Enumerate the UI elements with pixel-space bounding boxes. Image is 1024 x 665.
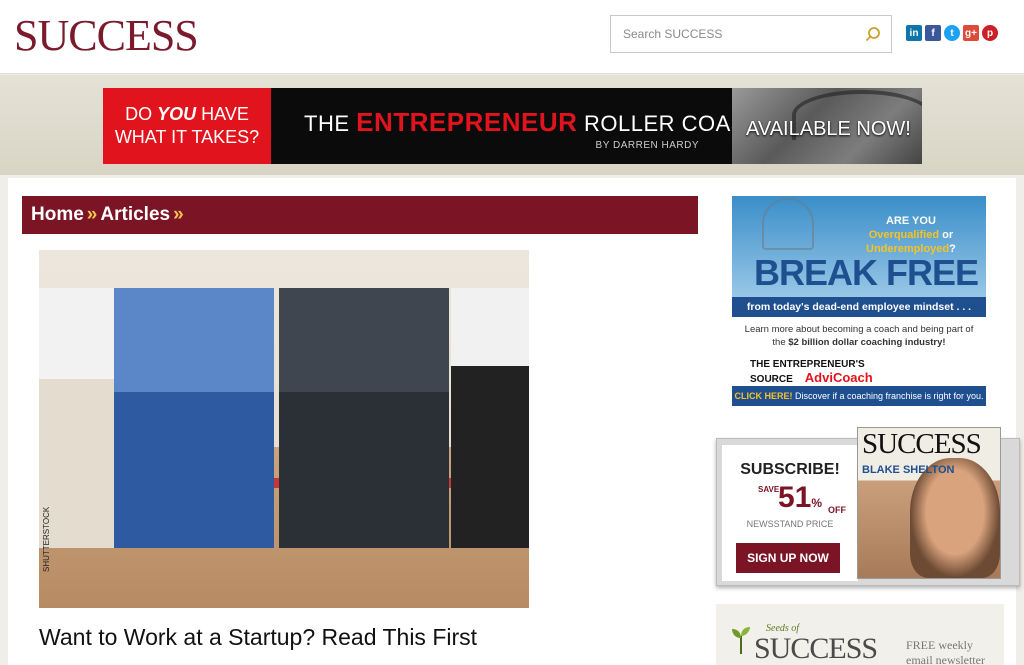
social-links: in f t g+ p xyxy=(906,25,998,41)
subscribe-box: SUBSCRIBE! SAVE 51% OFF NEWSSTAND PRICE … xyxy=(716,427,1020,586)
breadcrumb-home[interactable]: Home xyxy=(31,204,84,225)
sprout-icon xyxy=(732,627,750,654)
newsletter-text: FREE weekly email newsletter xyxy=(906,638,985,665)
ad-learn-more: Learn more about becoming a coach and be… xyxy=(742,323,976,349)
ad-subline: from today's dead-end employee mindset .… xyxy=(732,297,986,317)
magazine-cover[interactable]: SUCCESS BLAKE SHELTON xyxy=(857,427,1001,579)
ad-question: ARE YOU Overqualified or Underemployed? xyxy=(866,214,956,256)
newsletter-label: email newsletter xyxy=(906,653,985,665)
ad-question-post1: or xyxy=(939,229,954,241)
googleplus-icon[interactable]: g+ xyxy=(963,25,979,41)
advicoach-logo: AdviCoach xyxy=(804,370,873,385)
ad-question-line1: ARE YOU xyxy=(885,215,936,227)
break-free-ad[interactable]: ARE YOU Overqualified or Underemployed? … xyxy=(732,196,986,406)
banner-title-pre: THE xyxy=(304,111,357,136)
breadcrumb-articles[interactable]: Articles xyxy=(100,204,170,225)
subscribe-save: SAVE xyxy=(758,485,780,494)
ad-click-here[interactable]: CLICK HERE! Discover if a coaching franc… xyxy=(732,386,986,406)
twitter-icon[interactable]: t xyxy=(944,25,960,41)
breadcrumb-separator: » xyxy=(86,204,98,225)
ad-learn-bold: $2 billion dollar coaching industry! xyxy=(788,337,946,348)
article-image[interactable] xyxy=(39,250,529,608)
banner-question-em: YOU xyxy=(157,104,197,124)
banner-question-line2: WHAT IT TAKES? xyxy=(114,127,260,147)
ad-question-em1: Overqualified xyxy=(868,229,940,241)
banner-byline: BY DARREN HARDY xyxy=(595,140,699,151)
banner-question-pre: DO xyxy=(125,104,158,124)
ad-headline: BREAK FREE xyxy=(754,252,979,293)
ad-click-here-em: CLICK HERE! xyxy=(734,391,793,401)
banner-title: THE ENTREPRENEUR ROLLER COASTER BY DARRE… xyxy=(271,88,791,164)
article-title[interactable]: Want to Work at a Startup? Read This Fir… xyxy=(39,624,477,651)
person-figure xyxy=(114,288,274,548)
linkedin-icon[interactable]: in xyxy=(906,25,922,41)
banner-cta-label: AVAILABLE NOW! xyxy=(746,118,911,140)
subscribe-percent-sign: % xyxy=(811,496,823,510)
newsletter-free: FREE weekly xyxy=(906,638,973,652)
banner-title-red: ENTREPRENEUR xyxy=(356,107,578,137)
ad-logos: THE ENTREPRENEUR'S SOURCE AdviCoach xyxy=(750,359,986,385)
sign-up-button[interactable]: SIGN UP NOW xyxy=(736,543,840,573)
seeds-wordmark: SUCCESS xyxy=(754,632,878,665)
breadcrumb-separator: » xyxy=(173,204,184,225)
subscribe-off: OFF xyxy=(828,505,846,515)
banner-question: DO YOU HAVE WHAT IT TAKES? xyxy=(103,88,271,164)
image-credit: SHUTTERSTOCK xyxy=(42,506,51,572)
search-input[interactable] xyxy=(611,16,861,52)
pinterest-icon[interactable]: p xyxy=(982,25,998,41)
subscribe-card: SUBSCRIBE! SAVE 51% OFF NEWSSTAND PRICE … xyxy=(722,445,858,581)
magazine-title: SUCCESS xyxy=(862,428,982,460)
banner-question-post: HAVE xyxy=(196,104,249,124)
site-header: SUCCESS in f t g+ p xyxy=(0,0,1024,74)
birdcage-graphic xyxy=(762,198,814,250)
cover-name: BLAKE SHELTON xyxy=(862,464,955,476)
person-figure xyxy=(279,288,449,548)
cover-photo xyxy=(910,458,1000,578)
search-box xyxy=(610,15,892,53)
subscribe-heading: SUBSCRIBE! xyxy=(740,461,840,478)
ad-click-here-text: Discover if a coaching franchise is righ… xyxy=(792,391,984,401)
banner-cta[interactable]: AVAILABLE NOW! xyxy=(732,88,922,164)
person-figure xyxy=(451,288,529,548)
facebook-icon[interactable]: f xyxy=(925,25,941,41)
subscribe-newsstand: NEWSSTAND PRICE xyxy=(746,519,834,529)
search-icon[interactable] xyxy=(865,26,881,42)
book-banner-ad[interactable]: DO YOU HAVE WHAT IT TAKES? THE ENTREPREN… xyxy=(103,88,922,164)
subscribe-percent-value: 51 xyxy=(778,481,812,514)
newsletter-promo[interactable]: Seeds of SUCCESS FREE weekly email newsl… xyxy=(716,604,1004,665)
subscribe-percent: 51% xyxy=(778,481,822,515)
breadcrumb: Home» Articles» xyxy=(22,196,698,234)
site-logo[interactable]: SUCCESS xyxy=(14,10,199,61)
